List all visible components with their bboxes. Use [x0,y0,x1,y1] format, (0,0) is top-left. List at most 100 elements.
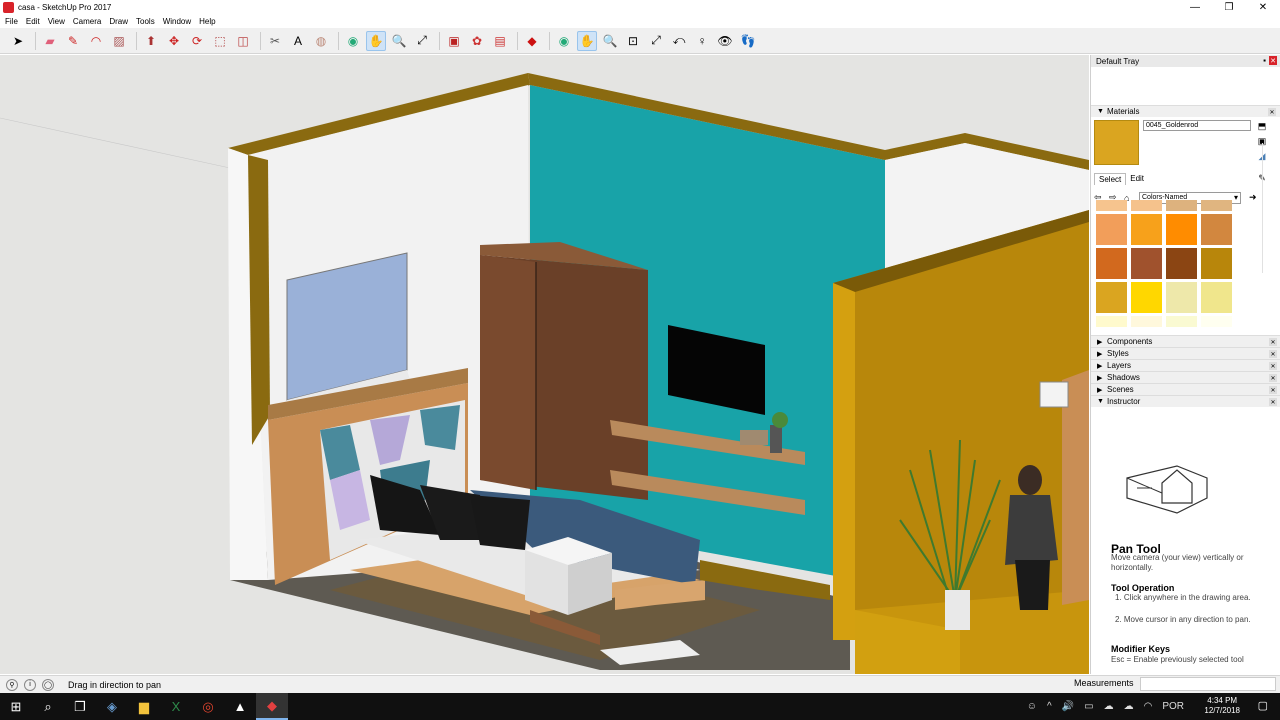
color-swatch[interactable] [1131,316,1162,327]
previous-view-icon[interactable]: ⤺ [669,31,689,51]
styles-panel-header[interactable]: ▶ Styles ✕ [1091,347,1280,359]
color-swatch[interactable] [1166,248,1197,279]
close-button[interactable]: ✕ [1246,0,1280,15]
orbit-icon[interactable]: ◉ [343,31,363,51]
panel-close-icon[interactable]: ✕ [1269,362,1277,370]
components-panel-header[interactable]: ▶ Components ✕ [1091,335,1280,347]
push-pull-icon[interactable]: ⬆ [141,31,161,51]
menu-tools[interactable]: Tools [133,17,158,26]
materials-panel-header[interactable]: ▼ Materials ✕ [1091,105,1280,117]
color-swatch[interactable] [1096,316,1127,327]
volume-icon[interactable]: 🔊 [1062,701,1074,712]
scale-icon[interactable]: ⬚ [210,31,230,51]
photos-icon[interactable]: ▲ [224,693,256,720]
color-swatch[interactable] [1201,282,1232,313]
panel-close-icon[interactable]: ✕ [1269,398,1277,406]
network-icon[interactable]: ☁ [1104,701,1114,712]
color-swatch[interactable] [1131,200,1162,211]
zoom-extents-icon[interactable]: ⤢ [412,31,432,51]
rectangle-icon[interactable]: ▨ [109,31,129,51]
menu-file[interactable]: File [2,17,21,26]
color-swatch[interactable] [1166,316,1197,327]
onedrive-icon[interactable]: ☁ [1124,701,1134,712]
text-icon[interactable]: A [288,31,308,51]
zoom-icon-2[interactable]: 🔍 [600,31,620,51]
color-swatch[interactable] [1096,282,1127,313]
menu-camera[interactable]: Camera [70,17,104,26]
layers-panel-header[interactable]: ▶ Layers ✕ [1091,359,1280,371]
current-material-swatch[interactable] [1094,120,1139,165]
ruby-icon[interactable]: ◆ [522,31,542,51]
color-swatch[interactable] [1201,248,1232,279]
sketchup-icon[interactable]: ◆ [256,693,288,720]
drawing-viewport[interactable] [0,55,1089,674]
color-swatch[interactable] [1201,214,1232,245]
maximize-button[interactable]: ❐ [1212,0,1246,15]
tab-edit[interactable]: Edit [1126,173,1148,185]
panel-close-icon[interactable]: ✕ [1269,374,1277,382]
credits-icon[interactable]: i [24,678,36,691]
panel-close-icon[interactable]: ✕ [1269,386,1277,394]
panel-close-icon[interactable]: ✕ [1269,338,1277,346]
position-camera-icon[interactable]: ♀ [692,31,712,51]
color-swatch[interactable] [1131,248,1162,279]
search-icon[interactable]: ⌕ [32,693,64,720]
select-icon[interactable]: ➤ [8,31,28,51]
rotate-icon[interactable]: ⟳ [187,31,207,51]
notifications-icon[interactable]: ▢ [1258,699,1268,712]
color-swatch[interactable] [1096,200,1127,211]
shadows-panel-header[interactable]: ▶ Shadows ✕ [1091,371,1280,383]
scenes-panel-header[interactable]: ▶ Scenes ✕ [1091,383,1280,395]
show-hidden-icon[interactable]: ^ [1047,701,1052,712]
material-name-field[interactable]: 0045_Goldenrod [1143,120,1251,131]
zoom-icon[interactable]: 🔍 [389,31,409,51]
create-material-icon[interactable]: ⬒ [1256,120,1268,132]
color-swatch[interactable] [1201,200,1232,211]
layout-icon[interactable]: ▤ [490,31,510,51]
pencil-icon[interactable]: ✎ [63,31,83,51]
color-swatch[interactable] [1201,316,1232,327]
minimize-button[interactable]: — [1178,0,1212,15]
wifi-icon[interactable]: ◠ [1144,701,1153,712]
instructor-panel-header[interactable]: ▼ Instructor ✕ [1091,395,1280,407]
extension-warehouse-icon[interactable]: ✿ [467,31,487,51]
color-swatch[interactable] [1096,248,1127,279]
sketchup-folder-icon[interactable]: ◈ [96,693,128,720]
tray-close-button[interactable]: ✕ [1269,56,1277,65]
file-explorer-icon[interactable]: ▆ [128,693,160,720]
tab-select[interactable]: Select [1094,173,1127,185]
3d-warehouse-icon[interactable]: ▣ [444,31,464,51]
zoom-window-icon[interactable]: ⊡ [623,31,643,51]
language-indicator[interactable]: POR [1162,701,1184,712]
menu-window[interactable]: Window [160,17,194,26]
menu-help[interactable]: Help [196,17,218,26]
windows-start-icon[interactable]: ⊞ [0,693,32,720]
arc-icon[interactable]: ◠ [86,31,106,51]
look-around-icon[interactable]: 👁 [715,31,735,51]
battery-icon[interactable]: ▭ [1084,701,1093,712]
paint-bucket-icon[interactable]: ◍ [311,31,331,51]
menu-draw[interactable]: Draw [106,17,131,26]
color-swatch[interactable] [1096,214,1127,245]
user-icon[interactable]: ◯ [42,678,54,691]
measurements-input[interactable] [1140,677,1276,691]
tape-measure-icon[interactable]: ✂ [265,31,285,51]
swatch-scrollbar[interactable] [1262,143,1270,273]
geo-location-icon[interactable]: ⚲ [6,678,18,691]
zoom-extents-icon-2[interactable]: ⤢ [646,31,666,51]
menu-view[interactable]: View [45,17,68,26]
color-swatch[interactable] [1166,200,1197,211]
people-icon[interactable]: ☺ [1027,701,1037,712]
panel-close-icon[interactable]: ✕ [1268,108,1276,116]
task-view-icon[interactable]: ❐ [64,693,96,720]
eraser-icon[interactable]: ▰ [40,31,60,51]
offset-icon[interactable]: ◫ [233,31,253,51]
panel-close-icon[interactable]: ✕ [1269,350,1277,358]
color-swatch[interactable] [1131,214,1162,245]
chrome-icon[interactable]: ◎ [192,693,224,720]
menu-edit[interactable]: Edit [23,17,43,26]
pan-icon[interactable]: ✋ [366,30,386,51]
color-swatch[interactable] [1166,282,1197,313]
color-swatch[interactable] [1166,214,1197,245]
system-clock[interactable]: 4:34 PM 12/7/2018 [1204,696,1240,716]
